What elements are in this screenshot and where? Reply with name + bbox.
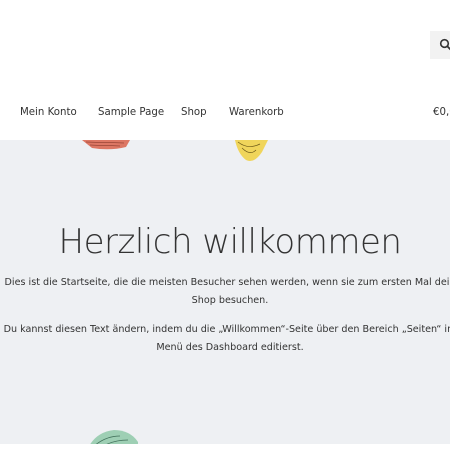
hero-paragraph-1-line-2: Shop besuchen.: [191, 295, 269, 306]
cart-total[interactable]: €0,0: [433, 107, 450, 118]
nav-item-sample-page[interactable]: Sample Page: [98, 107, 164, 118]
yellow-leaf-illustration: [235, 140, 268, 161]
nav-item-mein-konto[interactable]: Mein Konto: [20, 107, 77, 118]
hero-paragraph-2-line-1: Du kannst diesen Text ändern, indem du d…: [3, 324, 450, 335]
primary-navigation: Mein Konto Sample Page Shop Warenkorb €0…: [0, 104, 450, 124]
green-leaf-illustration: [90, 430, 138, 444]
hero-paragraph-1: Dies ist die Startseite, die die meisten…: [0, 274, 450, 310]
search-button[interactable]: [430, 31, 450, 59]
hero-paragraph-2: Du kannst diesen Text ändern, indem du d…: [0, 321, 450, 357]
red-leaf-illustration: [82, 140, 130, 150]
hero-title: Herzlich willkommen: [58, 222, 402, 262]
nav-item-warenkorb[interactable]: Warenkorb: [229, 107, 284, 118]
hero-paragraph-2-line-2: Menü des Dashboard editierst.: [156, 342, 304, 353]
hero-paragraph-1-line-1: Dies ist die Startseite, die die meisten…: [4, 277, 450, 288]
hero-section: Herzlich willkommen Dies ist die Startse…: [0, 140, 450, 444]
search-icon: [439, 38, 450, 51]
nav-item-shop[interactable]: Shop: [181, 107, 207, 118]
